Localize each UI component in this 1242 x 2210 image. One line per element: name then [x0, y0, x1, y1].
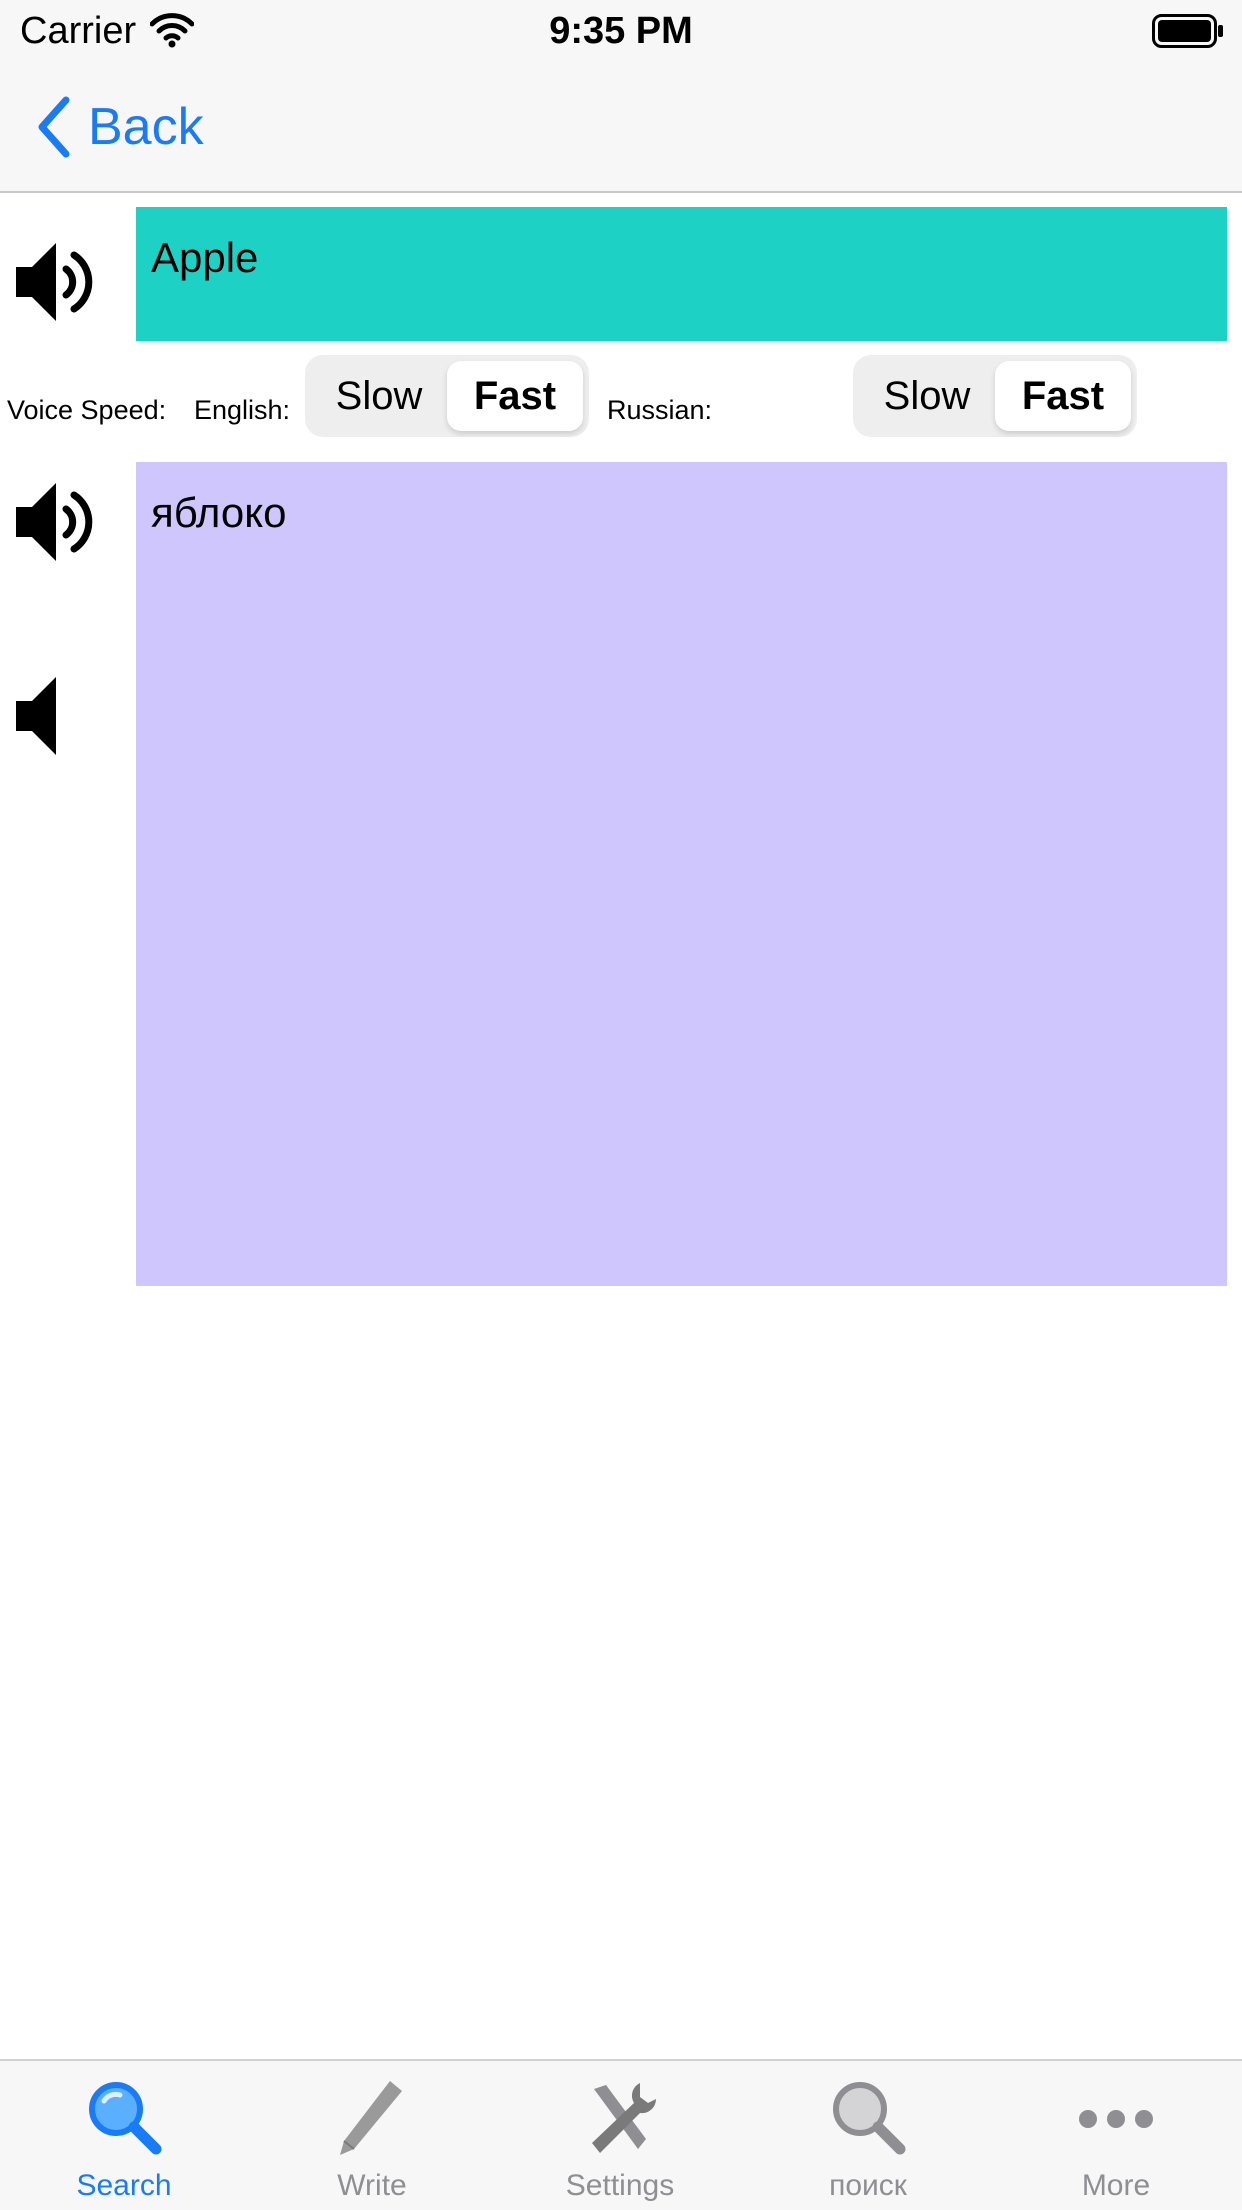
tab-settings[interactable]: Settings — [496, 2075, 744, 2205]
pencil-icon — [340, 2081, 402, 2155]
tab-more-label: More — [1081, 2169, 1151, 2202]
russian-text-box[interactable]: яблоко — [136, 462, 1227, 1286]
more-dots-icon — [1079, 2110, 1153, 2128]
speaker-slow-icon[interactable] — [12, 671, 108, 761]
magnifier-icon — [833, 2082, 906, 2155]
russian-speaker-icon[interactable] — [12, 477, 108, 567]
magnifier-icon — [89, 2082, 162, 2155]
tab-more[interactable]: More — [992, 2075, 1240, 2205]
chevron-left-icon — [38, 96, 70, 158]
english-text-box[interactable]: Apple — [136, 207, 1227, 341]
tab-bar: Search Write Settings поиск More — [0, 2059, 1242, 2210]
english-speaker-icon[interactable] — [12, 237, 108, 327]
russian-speed-segmented-control[interactable]: Slow Fast — [853, 355, 1137, 437]
tools-icon — [592, 2083, 657, 2153]
russian-speed-label: Russian: — [607, 395, 713, 425]
english-fast-option[interactable]: Fast — [447, 361, 583, 431]
tab-poisk-label: поиск — [829, 2169, 907, 2202]
russian-fast-option[interactable]: Fast — [995, 361, 1131, 431]
russian-word: яблоко — [151, 489, 287, 536]
battery-icon — [1152, 14, 1223, 48]
tab-settings-label: Settings — [565, 2169, 675, 2202]
english-speed-label: English: — [194, 395, 291, 425]
english-speed-segmented-control[interactable]: Slow Fast — [305, 355, 589, 437]
english-word: Apple — [151, 234, 259, 281]
tab-search-label: Search — [76, 2169, 172, 2202]
english-slow-option[interactable]: Slow — [311, 361, 447, 431]
voice-speed-label: Voice Speed: — [7, 395, 167, 425]
status-time: 9:35 PM — [549, 10, 693, 52]
back-label: Back — [88, 98, 204, 156]
tab-poisk[interactable]: поиск — [744, 2075, 992, 2205]
back-button[interactable]: Back — [34, 92, 204, 162]
tab-write-label: Write — [337, 2169, 407, 2202]
russian-slow-option[interactable]: Slow — [859, 361, 995, 431]
tab-search[interactable]: Search — [0, 2075, 248, 2205]
tab-write[interactable]: Write — [248, 2075, 496, 2205]
